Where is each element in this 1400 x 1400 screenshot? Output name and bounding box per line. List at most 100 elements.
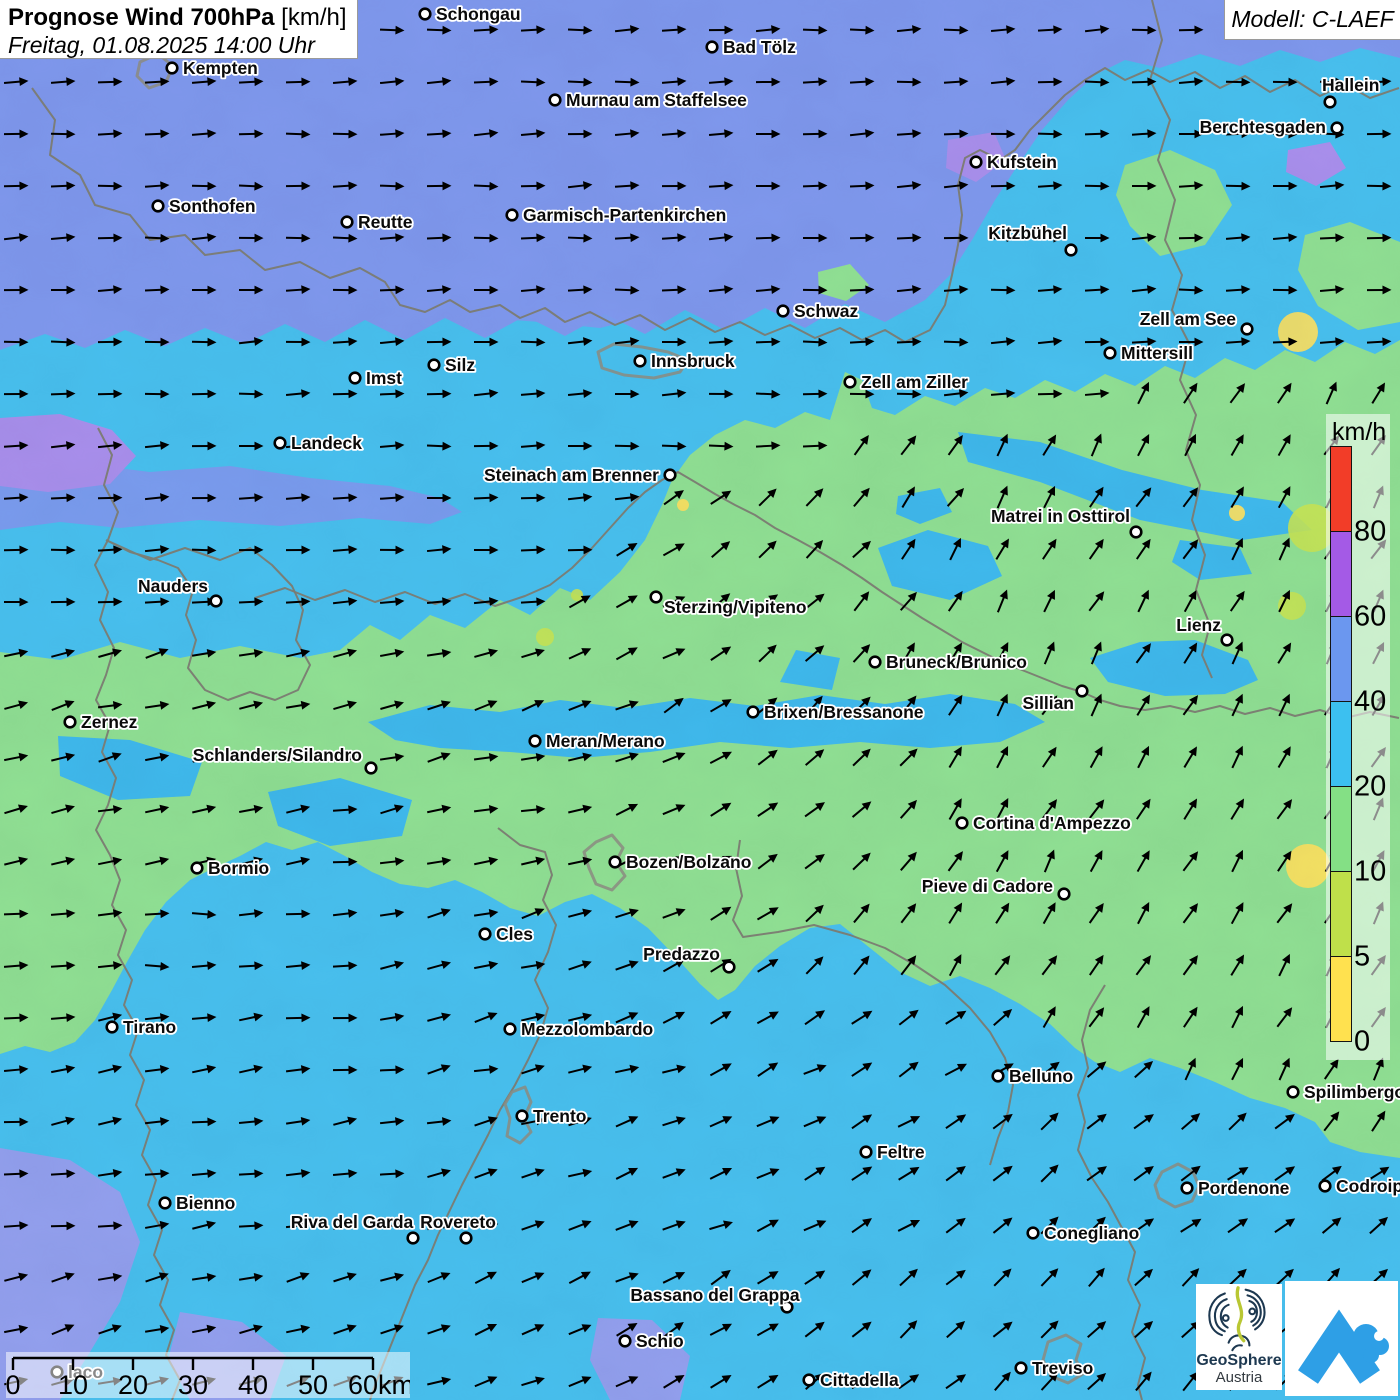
city-label: Belluno [1009,1066,1073,1086]
legend-value-label: 40 [1354,688,1386,717]
city-label: Murnau am Staffelsee [566,90,747,110]
city-label: Zell am See [1140,309,1237,329]
city-label: Tirano [123,1017,176,1037]
city-label: Bassano del Grappa [630,1285,799,1305]
map-title: Prognose Wind 700hPa [km/h] [8,4,349,32]
legend-segment [1330,531,1352,617]
city-dot [635,356,646,367]
legend-value-label: 5 [1354,943,1370,972]
city-label: Matrei in Osttirol [991,506,1130,526]
city-dot [342,217,353,228]
city-dot [461,1233,472,1244]
city-marker: Steinach am Brenner [484,465,675,485]
scalebar-label: 40 [238,1370,268,1398]
city-marker: Spilimbergo [1288,1082,1400,1102]
city-label: Kempten [183,58,258,78]
city-dot [408,1233,419,1244]
city-marker: Pordenone [1182,1178,1290,1198]
legend-value-label: 0 [1354,1028,1370,1057]
city-label: Mezzolombardo [521,1019,653,1039]
city-dot [804,1375,815,1386]
city-dot [1325,97,1336,108]
legend-value-label: 10 [1354,858,1386,887]
city-marker: Sonthofen [153,196,256,216]
city-label: Trento [533,1106,586,1126]
city-dot [724,962,735,973]
wind-speed-legend: km/h 806040201050 [1326,414,1390,1060]
city-dot [1288,1087,1299,1098]
city-dot [870,657,881,668]
city-dot [610,857,621,868]
city-dot [530,736,541,747]
city-dot [971,157,982,168]
legend-segment [1330,701,1352,787]
city-marker: Berchtesgaden [1200,117,1343,137]
city-dot [1182,1183,1193,1194]
city-dot [160,1198,171,1209]
city-label: Kufstein [987,152,1057,172]
city-dot [845,377,856,388]
scalebar-label: 30 [178,1370,208,1398]
city-label: Schwaz [794,301,858,321]
legend-value-label: 80 [1354,518,1386,547]
city-label: Sillian [1022,693,1074,713]
city-dot [957,818,968,829]
city-label: Berchtesgaden [1200,117,1326,137]
city-marker: Brixen/Bressanone [748,702,924,722]
city-label: Feltre [877,1142,925,1162]
city-label: Conegliano [1044,1223,1139,1243]
city-label: Imst [366,368,402,388]
city-dot [1222,635,1233,646]
map-title-unit: [km/h] [275,4,347,31]
city-label: Spilimbergo [1304,1082,1400,1102]
city-label: Meran/Merano [546,731,665,751]
city-label: Zernez [81,712,138,732]
city-dot [861,1147,872,1158]
city-label: Brixen/Bressanone [764,702,924,722]
city-label: Nauders [138,576,208,596]
city-dot [507,210,518,221]
city-dot [107,1022,118,1033]
city-dot [480,929,491,940]
city-dot [1105,348,1116,359]
model-box: Modell: C-LAEF [1224,0,1400,40]
model-label: Modell: C-LAEF [1231,6,1393,33]
city-label: Riva del Garda [291,1212,414,1232]
city-dot [1332,123,1343,134]
city-dot [505,1024,516,1035]
legend-segment [1330,446,1352,532]
title-box: Prognose Wind 700hPa [km/h] Freitag, 01.… [0,0,358,59]
city-marker: Bruneck/Brunico [870,652,1027,672]
city-label: Bormio [208,858,269,878]
city-marker: Murnau am Staffelsee [550,90,747,110]
scalebar-label: 10 [58,1370,88,1398]
city-label: Schio [636,1331,684,1351]
city-label: Schongau [436,4,521,24]
city-dot [778,306,789,317]
city-label: Bad Tölz [723,37,796,57]
city-label: Cles [496,924,533,944]
legend-value-label: 60 [1354,603,1386,632]
city-label: Bozen/Bolzano [626,852,751,872]
city-marker: Meran/Merano [530,731,665,751]
city-dot [517,1111,528,1122]
city-dot [1131,527,1142,538]
city-dot [1242,324,1253,335]
partner-logo-box [1285,1281,1398,1396]
geosphere-contours-icon [1196,1284,1282,1354]
city-marker: Mezzolombardo [505,1019,654,1039]
legend-value-label: 20 [1354,773,1386,802]
city-label: Sterzing/Vipiteno [664,597,807,617]
city-label: Landeck [291,433,362,453]
map-title-main: Prognose Wind 700hPa [8,4,275,31]
city-label: Rovereto [420,1212,496,1232]
city-dot [153,201,164,212]
scalebar-label: 0 [6,1370,21,1398]
city-dot [366,763,377,774]
city-dot [620,1336,631,1347]
city-marker: Bozen/Bolzano [610,852,752,872]
city-dot [707,42,718,53]
scalebar-graphic: 0102030405060km [6,1352,410,1398]
city-dot [1320,1181,1331,1192]
city-dot [1077,686,1088,697]
